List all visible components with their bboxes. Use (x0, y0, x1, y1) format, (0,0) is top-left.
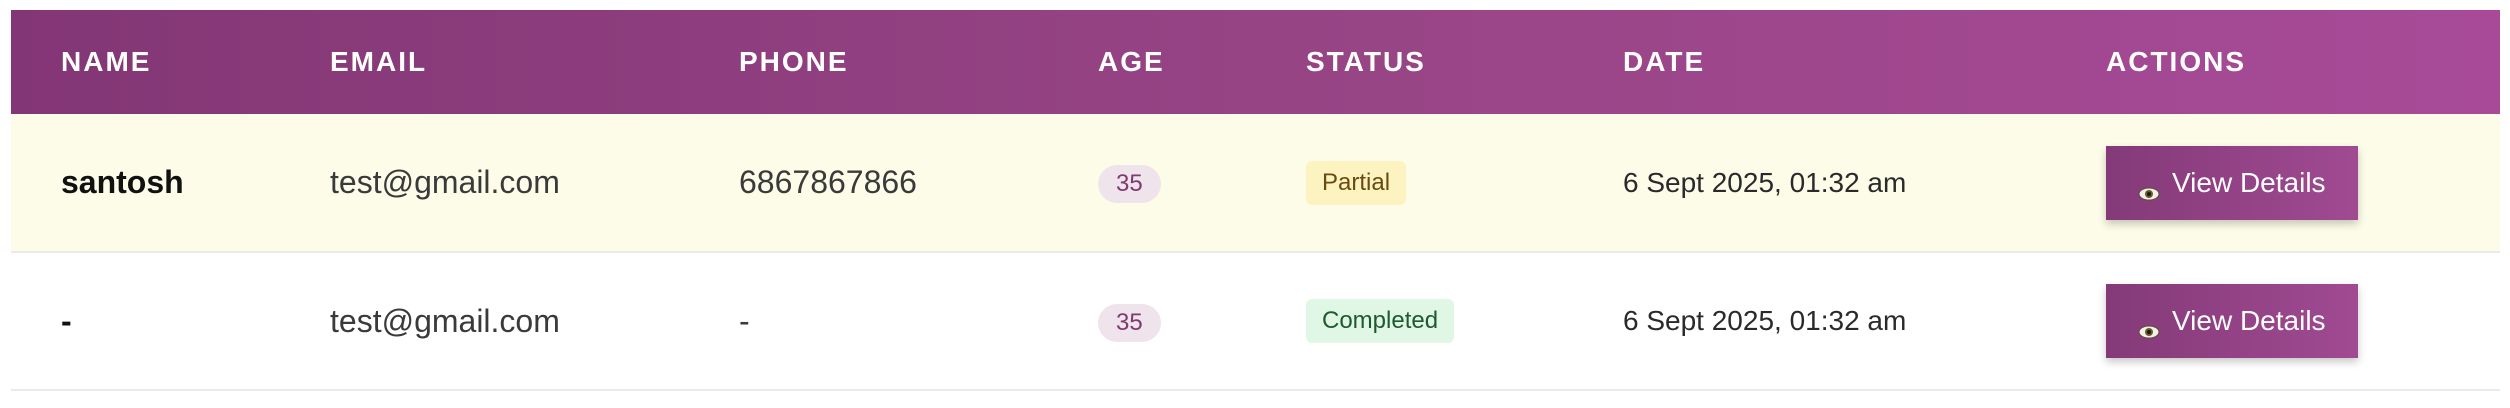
age-badge: 35 (1098, 303, 1161, 342)
name-cell: - (61, 302, 72, 339)
actions-cell: View Details (2056, 114, 2500, 252)
header-row: NAME EMAIL PHONE AGE STATUS DATE ACTIONS (11, 10, 2500, 114)
view-details-label: View Details (2172, 166, 2326, 198)
age-cell: 35 (1048, 114, 1256, 252)
column-header-email: EMAIL (330, 46, 428, 77)
date-cell: 6 Sept 2025, 01:32 am (1623, 305, 1907, 336)
status-cell: Partial (1256, 114, 1573, 252)
column-header-age: AGE (1098, 46, 1165, 77)
eye-icon (2138, 314, 2160, 339)
actions-cell: View Details (2056, 252, 2500, 390)
email-cell: test@gmail.com (330, 164, 560, 200)
column-header-status: STATUS (1306, 46, 1426, 77)
status-cell: Completed (1256, 252, 1573, 390)
phone-cell: 6867867866 (739, 164, 917, 200)
phone-cell: - (739, 302, 750, 339)
name-cell: santosh (61, 164, 184, 200)
table-row: santosh test@gmail.com 6867867866 35 Par… (11, 114, 2500, 252)
view-details-button[interactable]: View Details (2106, 284, 2358, 358)
column-header-phone: PHONE (739, 46, 849, 77)
column-header-actions: ACTIONS (2106, 46, 2246, 77)
status-badge: Completed (1306, 299, 1455, 343)
submissions-table: NAME EMAIL PHONE AGE STATUS DATE ACTIONS… (11, 10, 2500, 391)
submissions-table-container: NAME EMAIL PHONE AGE STATUS DATE ACTIONS… (11, 10, 2500, 391)
column-header-name: NAME (61, 46, 152, 77)
eye-icon (2138, 176, 2160, 200)
column-header-date: DATE (1623, 46, 1706, 77)
view-details-button[interactable]: View Details (2106, 145, 2358, 220)
table-body: santosh test@gmail.com 6867867866 35 Par… (11, 114, 2500, 390)
status-badge: Partial (1306, 160, 1407, 205)
table-row: - test@gmail.com - 35 Completed 6 Sept 2… (11, 252, 2500, 390)
table-header: NAME EMAIL PHONE AGE STATUS DATE ACTIONS (11, 10, 2500, 114)
view-details-label: View Details (2172, 305, 2326, 336)
age-cell: 35 (1048, 252, 1256, 390)
age-badge: 35 (1098, 165, 1161, 203)
date-cell: 6 Sept 2025, 01:32 am (1623, 166, 1907, 198)
email-cell: test@gmail.com (330, 302, 560, 339)
